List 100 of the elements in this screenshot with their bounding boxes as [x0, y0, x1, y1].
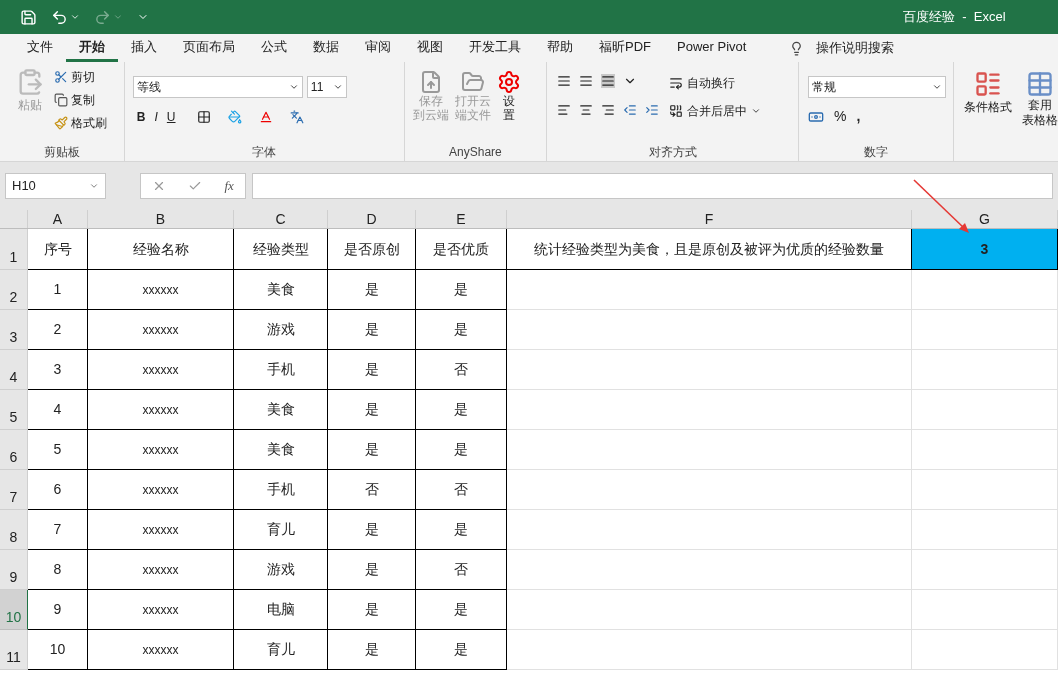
ribbon-tab[interactable]: Power Pivot — [664, 34, 760, 62]
table-cell: 是 — [328, 350, 416, 390]
conditional-format-button[interactable]: 条件格式 — [964, 70, 1012, 116]
column-header[interactable]: B — [88, 210, 234, 228]
ribbon-tab[interactable]: 福昕PDF — [586, 34, 664, 62]
align-center-icon[interactable] — [579, 103, 594, 117]
table-format-button[interactable]: 套用 表格格 — [1022, 70, 1058, 128]
align-left-icon[interactable] — [557, 103, 572, 117]
settings-button[interactable]: 设 置 — [496, 70, 521, 143]
ribbon-tab[interactable]: 审阅 — [352, 34, 404, 62]
merge-center-button[interactable]: 合并后居中 — [669, 102, 762, 120]
column-header[interactable]: E — [416, 210, 507, 228]
save-icon[interactable] — [20, 8, 37, 26]
table-cell: 是 — [416, 590, 507, 630]
font-size-field[interactable]: 11 — [306, 76, 347, 98]
row-header[interactable]: 8 — [0, 510, 28, 550]
table-cell: xxxxxx — [88, 390, 234, 430]
table-cell: 是 — [416, 630, 507, 670]
phonetic-icon[interactable] — [289, 110, 304, 124]
format-painter-button[interactable]: 格式刷 — [54, 114, 107, 132]
borders-icon[interactable] — [196, 110, 211, 124]
table-cell: 3 — [912, 229, 1058, 270]
table-cell: 游戏 — [234, 310, 328, 350]
ribbon-tab[interactable]: 开发工具 — [456, 34, 534, 62]
enter-icon[interactable] — [188, 179, 203, 193]
italic-button[interactable]: I — [154, 108, 158, 126]
align-top-icon[interactable] — [557, 74, 572, 88]
table-cell: 育儿 — [234, 630, 328, 670]
column-header[interactable]: D — [328, 210, 416, 228]
row-header[interactable]: 7 — [0, 470, 28, 510]
table-cell: 1 — [28, 270, 88, 310]
table-cell: 是 — [416, 270, 507, 310]
row-header[interactable]: 9 — [0, 550, 28, 590]
bold-button[interactable]: B — [136, 108, 146, 126]
align-bottom-icon[interactable] — [601, 74, 616, 88]
fill-color-icon[interactable] — [227, 110, 242, 124]
dropdown-caret-icon — [89, 181, 99, 191]
column-header[interactable]: A — [28, 210, 88, 228]
ribbon-tab[interactable]: 插入 — [118, 34, 170, 62]
table-cell: 育儿 — [234, 510, 328, 550]
table-cell: 是 — [328, 310, 416, 350]
decrease-indent-icon[interactable] — [623, 103, 638, 117]
row-header[interactable]: 11 — [0, 630, 28, 670]
table-cell: 5 — [28, 430, 88, 470]
table-icon — [1026, 70, 1054, 98]
table-cell: 是 — [328, 430, 416, 470]
font-name-field[interactable]: 等线 — [132, 76, 303, 98]
tell-me-search[interactable]: 操作说明搜索 — [816, 38, 895, 58]
table-cell: 美食 — [234, 390, 328, 430]
group-label: 数字 — [864, 145, 888, 159]
row-header[interactable]: 3 — [0, 310, 28, 350]
ribbon-tab[interactable]: 数据 — [300, 34, 352, 62]
number-format-field[interactable]: 常规 — [808, 76, 946, 98]
caret-icon — [751, 106, 762, 116]
table-cell: xxxxxx — [88, 630, 234, 670]
row-header[interactable]: 5 — [0, 390, 28, 430]
ribbon-tab[interactable]: 页面布局 — [170, 34, 248, 62]
row-header[interactable]: 1 — [0, 229, 28, 270]
group-label: AnyShare — [449, 145, 502, 159]
name-box[interactable]: H10 — [5, 173, 106, 199]
ribbon-tab[interactable]: 公式 — [248, 34, 300, 62]
font-color-icon[interactable] — [258, 110, 273, 124]
row-header[interactable]: 6 — [0, 430, 28, 470]
increase-indent-icon[interactable] — [645, 103, 660, 117]
table-cell: 是 — [328, 390, 416, 430]
table-cell: 6 — [28, 470, 88, 510]
cut-button[interactable]: 剪切 — [54, 68, 107, 86]
table-cell: 是否优质 — [416, 229, 507, 270]
column-header[interactable]: C — [234, 210, 328, 228]
table-cell: 否 — [416, 550, 507, 590]
align-middle-icon[interactable] — [579, 74, 594, 88]
table-cell: 3 — [28, 350, 88, 390]
undo-icon[interactable] — [51, 8, 68, 26]
table-cell: 是 — [328, 510, 416, 550]
column-header[interactable]: F — [507, 210, 912, 228]
row-header[interactable]: 10 — [0, 590, 28, 630]
align-right-icon[interactable] — [601, 103, 616, 117]
arrow-drawing — [912, 178, 972, 236]
table-cell: xxxxxx — [88, 470, 234, 510]
copy-icon — [54, 93, 68, 107]
caret-icon[interactable] — [70, 12, 80, 22]
formula-input[interactable] — [252, 173, 1053, 199]
insert-function-button[interactable]: fx — [224, 176, 234, 196]
underline-button[interactable]: U — [166, 108, 176, 126]
row-header[interactable]: 4 — [0, 350, 28, 390]
row-header[interactable]: 2 — [0, 270, 28, 310]
ribbon-tab[interactable]: 视图 — [404, 34, 456, 62]
copy-button[interactable]: 复制 — [54, 91, 107, 109]
merge-icon — [669, 104, 684, 118]
scissors-icon — [54, 70, 68, 84]
percent-button[interactable]: % — [834, 106, 847, 127]
table-cell: 4 — [28, 390, 88, 430]
table-cell: 2 — [28, 310, 88, 350]
comma-button[interactable]: , — [856, 106, 861, 127]
table-cell: 是 — [416, 510, 507, 550]
group-label: 对齐方式 — [648, 145, 697, 159]
ribbon-tab[interactable]: 帮助 — [534, 34, 586, 62]
ribbon-tab[interactable]: 文件 — [14, 34, 66, 62]
table-cell: 电脑 — [234, 590, 328, 630]
wrap-text-button[interactable]: 自动换行 — [669, 74, 762, 92]
